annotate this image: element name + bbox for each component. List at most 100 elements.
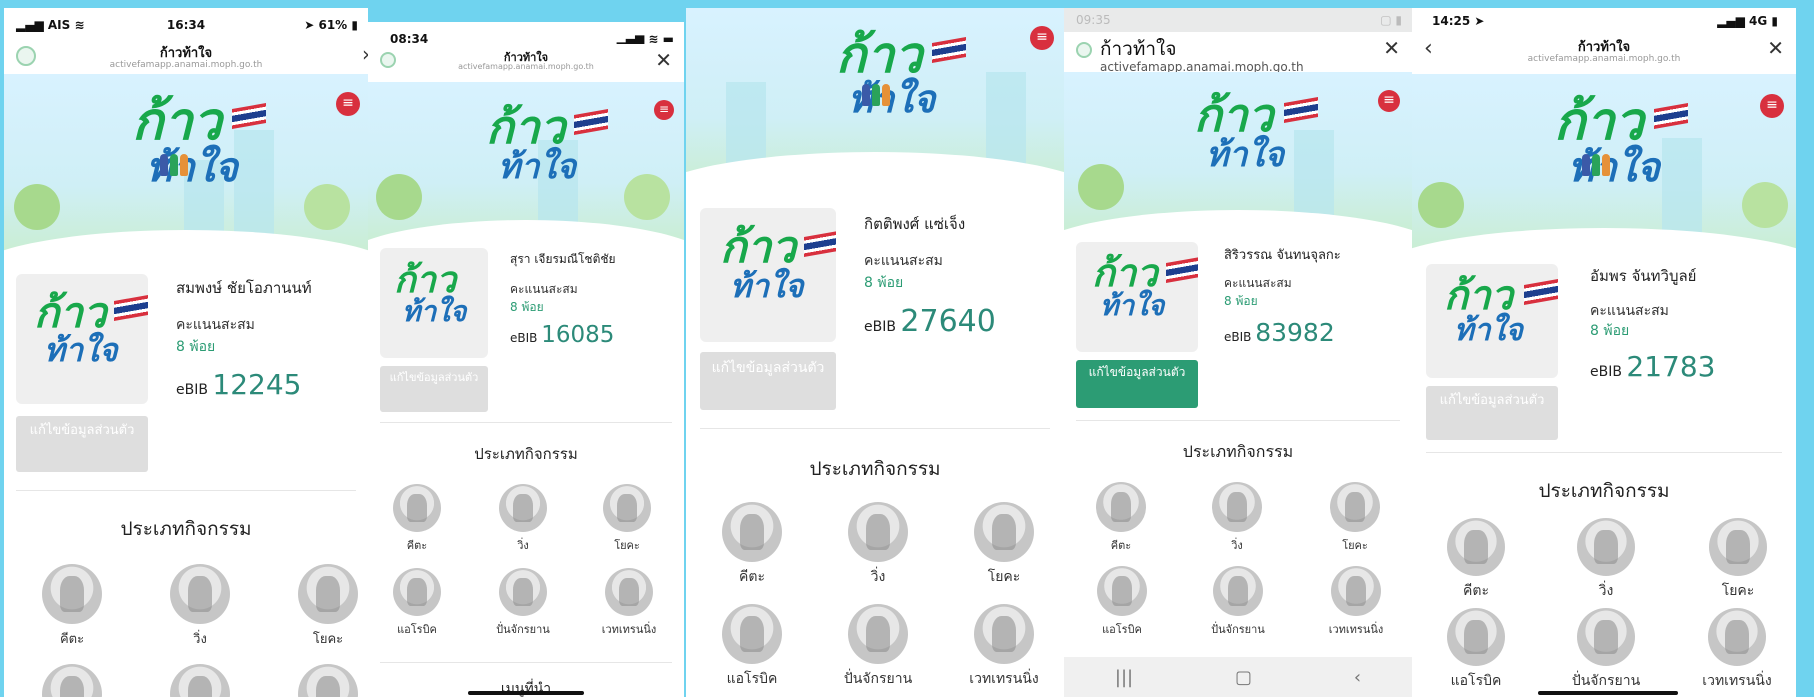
activity-running[interactable]: วิ่ง <box>1564 518 1648 602</box>
activity-yoga[interactable]: โยคะ <box>962 502 1046 588</box>
activity-running[interactable]: วิ่ง <box>158 564 242 649</box>
activity-weight-training[interactable]: เวทเทรนนิ่ง <box>1682 608 1792 692</box>
cycling-icon <box>499 568 547 616</box>
edit-profile-button[interactable]: แก้ไขข้อมูลส่วนตัว <box>1426 386 1558 440</box>
activity-cycling[interactable]: ปั่นจักรยาน <box>1192 566 1284 638</box>
home-indicator <box>1538 691 1678 695</box>
user-name: กิตติพงศ์ แซ่เจ็ง <box>864 215 966 233</box>
aerobic-icon <box>1447 608 1505 666</box>
header-banner: ก้าว ท้าใจ ≡ <box>368 82 684 250</box>
user-name: สิริวรรณ จันทนจุลกะ <box>1224 248 1341 263</box>
activity-aerobic[interactable]: แอโรบิค <box>704 604 800 690</box>
avatar: ก้าว ท้าใจ <box>380 248 488 358</box>
activity-section-title: ประเภทกิจกรรม <box>809 458 941 480</box>
activity-weight-training[interactable]: เวทเทรนนิ่ง <box>586 568 672 638</box>
points-label: คะแนนสะสม <box>510 282 578 296</box>
cycling-icon <box>170 664 230 697</box>
activity-running[interactable]: วิ่ง <box>836 502 920 588</box>
weight-training-icon <box>605 568 653 616</box>
activity-cycling[interactable]: ปั่นจักรยาน <box>480 568 566 638</box>
status-battery: ➤ 61% ▮ <box>304 18 358 32</box>
points-label: คะแนนสะสม <box>1590 303 1669 319</box>
status-time: 09:35 <box>1076 13 1111 27</box>
app-logo: ก้าว ท้าใจ <box>1554 96 1688 188</box>
close-icon[interactable]: ✕ <box>655 48 672 72</box>
ebib-display: eBIB 12245 <box>176 368 301 401</box>
divider <box>700 428 1050 429</box>
ebib-label: eBIB <box>1224 330 1252 344</box>
points-label: คะแนนสะสม <box>864 253 943 269</box>
activity-yoga[interactable]: โยคะ <box>592 484 662 554</box>
back-icon[interactable]: ‹ <box>1354 667 1361 688</box>
ebib-number: 16085 <box>541 322 615 348</box>
kata-icon <box>393 484 441 532</box>
close-icon[interactable]: ✕ <box>1767 36 1784 60</box>
kata-icon <box>722 502 782 562</box>
activity-kata[interactable]: คีตะ <box>30 564 114 649</box>
activity-yoga[interactable]: โยคะ <box>1696 518 1780 602</box>
activity-cycling[interactable]: ปั่นจักรยาน <box>1552 608 1660 692</box>
home-indicator <box>468 691 584 695</box>
hamburger-icon[interactable]: ≡ <box>1760 94 1784 118</box>
activity-section-title: ประเภทกิจกรรม <box>1182 442 1294 461</box>
ebib-number: 12245 <box>212 368 302 401</box>
kata-icon <box>1096 482 1146 532</box>
activity-aerobic[interactable] <box>30 664 114 697</box>
cycling-icon <box>1577 608 1635 666</box>
activity-kata[interactable]: คีตะ <box>1434 518 1518 602</box>
activity-weight-training[interactable]: เวทเทรนนิ่ง <box>950 604 1058 690</box>
hamburger-icon[interactable]: ≡ <box>1030 26 1054 50</box>
ebib-display: eBIB 16085 <box>510 322 614 348</box>
activity-cycling[interactable]: ปั่นจักรยาน <box>826 604 930 690</box>
divider <box>380 662 672 663</box>
activity-kata[interactable]: คีตะ <box>382 484 452 554</box>
activity-running[interactable]: วิ่ง <box>1202 482 1272 554</box>
status-bar: ▂▄▆ AIS ≋ 16:34 ➤ 61% ▮ <box>4 8 368 42</box>
weight-training-icon <box>1331 566 1381 616</box>
recents-icon[interactable]: ||| <box>1115 667 1133 688</box>
activity-section-title: ประเภทกิจกรรม <box>1538 480 1670 502</box>
page-url: activefamapp.anamai.moph.go.th <box>109 60 263 70</box>
app-logo: ก้าว ท้าใจ <box>1194 92 1318 172</box>
activity-section-title: ประเภทกิจกรรม <box>474 445 578 463</box>
edit-profile-button[interactable]: แก้ไขข้อมูลส่วนตัว <box>380 366 488 412</box>
user-name: สมพงษ์ ชัยโอภานนท์ <box>176 279 312 297</box>
activity-aerobic[interactable]: แอโรบิค <box>378 568 456 638</box>
home-icon[interactable]: ▢ <box>1235 667 1252 688</box>
kata-icon <box>42 564 102 624</box>
edit-profile-button[interactable]: แก้ไขข้อมูลส่วนตัว <box>16 416 148 472</box>
divider <box>16 490 356 491</box>
hamburger-icon[interactable]: ≡ <box>336 92 360 116</box>
points-value: 8 พ้อย <box>1224 294 1258 308</box>
activity-kata[interactable]: คีตะ <box>1086 482 1156 554</box>
hamburger-icon[interactable]: ≡ <box>1378 90 1400 112</box>
running-icon <box>170 564 230 624</box>
divider <box>1426 452 1782 453</box>
header-banner: ก้าว ท้าใจ ≡ <box>686 8 1064 192</box>
avatar: ก้าว ท้าใจ <box>1426 264 1558 378</box>
activity-weight-training[interactable] <box>286 664 368 697</box>
activity-weight-training[interactable]: เวทเทรนนิ่ง <box>1310 566 1402 638</box>
hamburger-icon[interactable]: ≡ <box>654 100 674 120</box>
header-banner: ก้าว ท้าใจ ≡ <box>1412 74 1796 258</box>
avatar: ก้าว ท้าใจ <box>700 208 836 342</box>
ebib-number: 21783 <box>1626 350 1716 383</box>
activity-yoga[interactable]: โยคะ <box>286 564 368 649</box>
points-value: 8 พ้อย <box>864 275 904 291</box>
activity-cycling[interactable] <box>158 664 242 697</box>
ebib-label: eBIB <box>176 382 208 398</box>
activity-aerobic[interactable]: แอโรบิค <box>1082 566 1162 638</box>
activity-running[interactable]: วิ่ง <box>488 484 558 554</box>
edit-profile-button[interactable]: แก้ไขข้อมูลส่วนตัว <box>700 352 836 410</box>
status-network: ▂▄▆ 4G ▮ <box>1717 14 1778 28</box>
close-icon[interactable]: ✕ <box>1383 36 1400 60</box>
ebib-display: eBIB 21783 <box>1590 350 1715 383</box>
app-logo: ก้าว ท้าใจ <box>486 104 608 184</box>
edit-profile-button[interactable]: แก้ไขข้อมูลส่วนตัว <box>1076 360 1198 408</box>
ebib-display: eBIB 27640 <box>864 304 996 339</box>
activity-kata[interactable]: คีตะ <box>710 502 794 588</box>
cycling-icon <box>848 604 908 664</box>
activity-yoga[interactable]: โยคะ <box>1320 482 1390 554</box>
yoga-icon <box>1709 518 1767 576</box>
activity-aerobic[interactable]: แอโรบิค <box>1428 608 1524 692</box>
